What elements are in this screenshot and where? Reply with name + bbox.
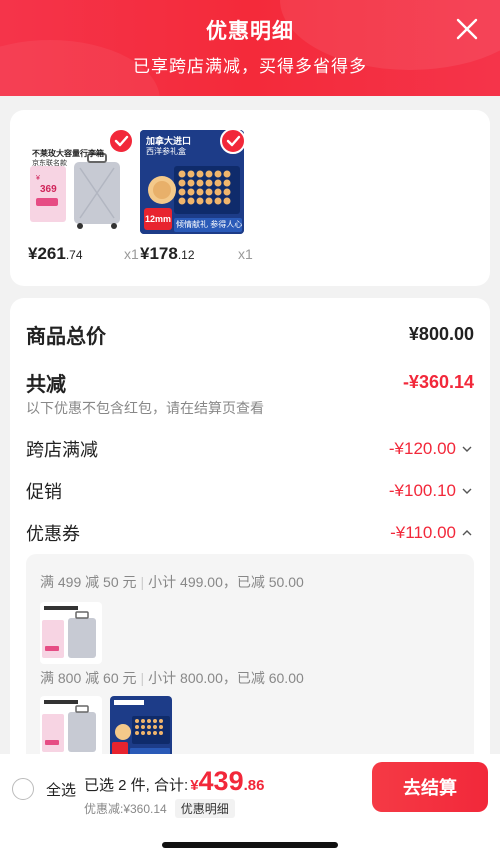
coupon-line: 满 800 减 60 元 | 小计 800.00，已减 60.00 <box>40 670 304 686</box>
discount-row: 共减 -¥360.14 <box>26 368 474 397</box>
promotion-row[interactable]: 促销 -¥100.10 <box>26 478 474 504</box>
product-item[interactable]: 加拿大进口 西洋参礼盒 12mm 倾情献礼 参得人心 ¥178.12 x1 <box>140 128 253 263</box>
coupon-row[interactable]: 优惠券 -¥110.00 <box>26 520 474 546</box>
gift-box-thumbnail <box>110 696 172 758</box>
product-qty: x1 <box>238 246 253 262</box>
checked-icon[interactable] <box>108 128 134 154</box>
discount-summary-text: 优惠减:¥360.14 <box>84 802 167 816</box>
discount-summary: 优惠减:¥360.14 优惠明细 <box>84 799 235 818</box>
discount-label: 共减 <box>26 374 66 396</box>
bottom-bar: 全选 已选 2 件, 合计: ¥439.86 优惠减:¥360.14 优惠明细 … <box>0 754 500 861</box>
coupon-info: 小计 499.00，已减 50.00 <box>148 574 304 590</box>
selected-count: 已选 2 件, 合计: <box>84 777 189 794</box>
coupon-info: 小计 800.00，已减 60.00 <box>148 670 304 686</box>
luggage-thumbnail <box>40 602 102 664</box>
discount-value: -¥360.14 <box>402 372 474 392</box>
total-amount: ¥439.86 <box>190 766 265 796</box>
product-price: ¥178.12 <box>140 244 195 263</box>
checked-icon[interactable] <box>220 128 246 154</box>
product-qty: x1 <box>124 246 139 262</box>
product-thumbnail[interactable] <box>110 696 172 758</box>
chevron-down-icon[interactable] <box>460 442 474 456</box>
cross-store-value: -¥120.00 <box>389 439 474 459</box>
image-footer: 倾情献礼 参得人心 <box>176 220 243 229</box>
checkout-button[interactable]: 去结算 <box>372 762 488 812</box>
page-subtitle: 已享跨店满减，买得多省得多 <box>133 57 367 76</box>
luggage-thumbnail <box>40 696 102 758</box>
image-caption-sub: 京东联名款 <box>32 160 67 167</box>
total-label: 商品总价 <box>26 326 106 348</box>
image-caption-sub: 西洋参礼盒 <box>146 147 186 156</box>
close-icon[interactable] <box>454 16 480 42</box>
coupon-rule: 满 499 减 50 元 <box>40 574 137 590</box>
select-all-label[interactable]: 全选 <box>46 779 76 800</box>
coupon-rule: 满 800 减 60 元 <box>40 670 137 686</box>
coupon-label: 优惠券 <box>26 524 80 544</box>
products-card: ¥ 369 不莱玫大容量行李箱 京东联名款 ¥261.74 x1 加拿大进口 西… <box>10 110 490 286</box>
coupon-detail-box: 满 499 减 50 元 | 小计 499.00，已减 50.00 满 800 减 … <box>26 554 474 768</box>
discount-detail-card: 商品总价 ¥800.00 共减 -¥360.14 以下优惠不包含红包，请在结算页… <box>10 298 490 768</box>
product-item[interactable]: ¥ 369 不莱玫大容量行李箱 京东联名款 ¥261.74 x1 <box>28 128 139 263</box>
header: 优惠明细 已享跨店满减，买得多省得多 <box>0 0 500 96</box>
select-all-radio[interactable] <box>12 778 34 800</box>
page-title: 优惠明细 <box>206 20 294 43</box>
discount-note: 以下优惠不包含红包，请在结算页查看 <box>26 400 264 416</box>
svg-text:¥: ¥ <box>36 175 40 182</box>
home-indicator <box>162 842 338 848</box>
chevron-up-icon[interactable] <box>460 526 474 540</box>
image-price: 369 <box>40 184 57 195</box>
image-badge: 12mm <box>145 214 172 224</box>
coupon-value: -¥110.00 <box>390 523 474 543</box>
product-thumbnail[interactable] <box>40 602 102 664</box>
order-summary: 已选 2 件, 合计: ¥439.86 <box>84 766 264 797</box>
discount-detail-link[interactable]: 优惠明细 <box>174 799 235 818</box>
product-price: ¥261.74 <box>28 244 83 263</box>
coupon-line: 满 499 减 50 元 | 小计 499.00，已减 50.00 <box>40 574 304 590</box>
product-thumbnail[interactable] <box>40 696 102 758</box>
cross-store-label: 跨店满减 <box>26 440 98 460</box>
promotion-value: -¥100.10 <box>389 481 474 501</box>
total-row: 商品总价 ¥800.00 <box>26 320 474 349</box>
chevron-down-icon[interactable] <box>460 484 474 498</box>
promotion-label: 促销 <box>26 482 62 502</box>
total-value: ¥800.00 <box>408 324 474 344</box>
cross-store-row[interactable]: 跨店满减 -¥120.00 <box>26 436 474 462</box>
